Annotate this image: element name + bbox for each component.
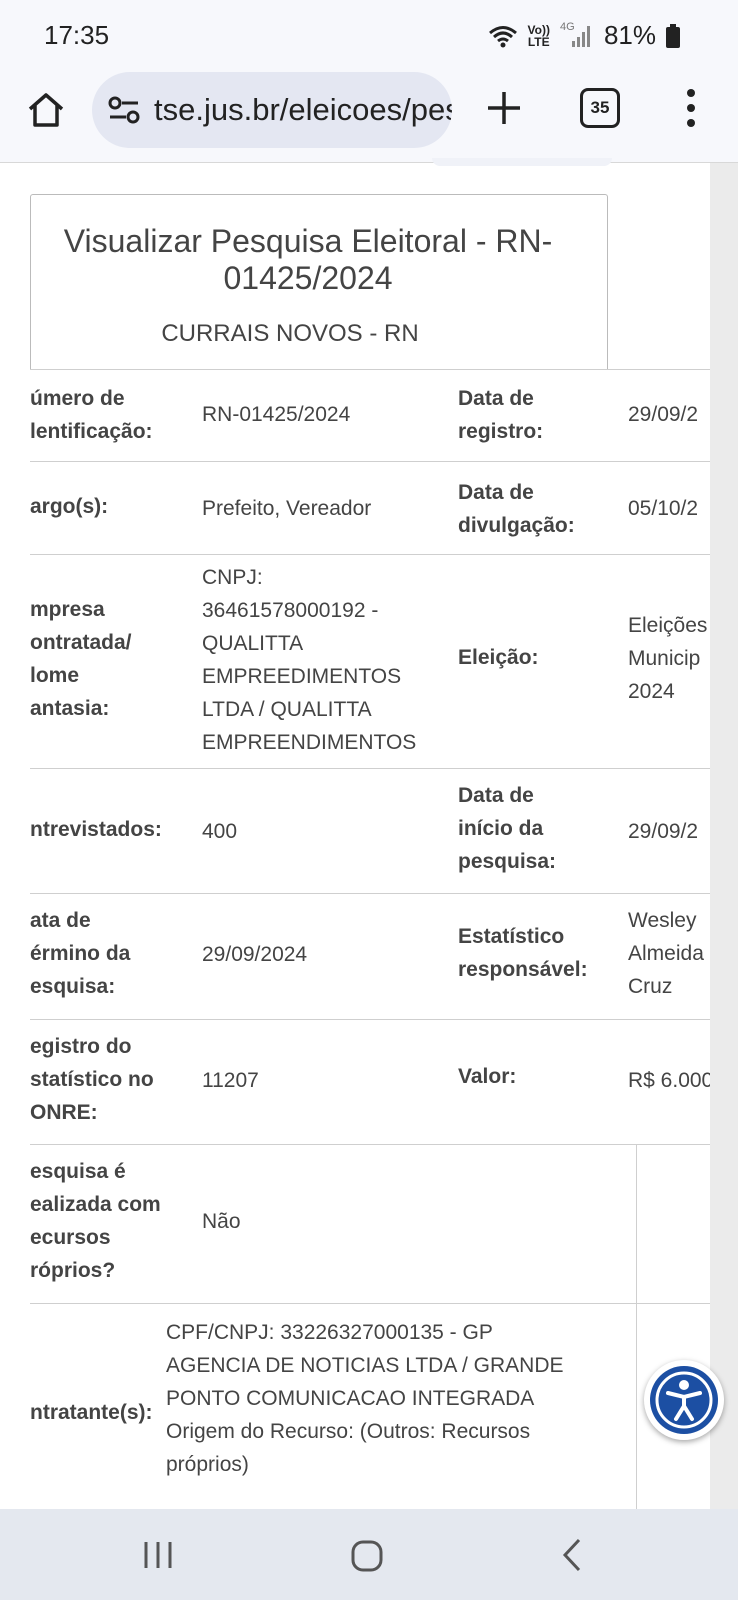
- kebab-menu-icon[interactable]: [684, 88, 698, 128]
- row-value: 11207: [202, 1069, 259, 1092]
- table-row: esquisa é ealizada com ecursos róprios? Nã…: [30, 1144, 710, 1304]
- row-value: Não: [202, 1210, 241, 1233]
- signal-icon: 4G: [560, 21, 594, 49]
- accessibility-icon: [655, 1371, 713, 1429]
- row-label-2: Data de registro:: [458, 387, 544, 443]
- status-bar: 17:35 Vo)) LTE 4G 81%: [0, 0, 738, 68]
- url-text[interactable]: tse.jus.br/eleicoes/pesquisas: [154, 92, 452, 128]
- table-row: ntrevistados: 400 Data de início da pesqui…: [30, 768, 710, 894]
- address-bar[interactable]: tse.jus.br/eleicoes/pesquisas: [92, 72, 452, 148]
- row-label: ata de érmino da esquisa:: [30, 909, 131, 998]
- row-label: úmero de lentificação:: [30, 387, 153, 443]
- row-label: ntrevistados:: [30, 818, 162, 841]
- volte-icon: Vo)) LTE: [527, 22, 550, 49]
- accessibility-button[interactable]: [644, 1360, 724, 1440]
- row-value: RN-01425/2024: [202, 403, 351, 426]
- row-value: CPF/CNPJ: 33226327000135 - GP AGENCIA DE …: [166, 1321, 564, 1476]
- row-value-2: Wesley Almeida Cruz: [628, 909, 704, 998]
- row-value: CNPJ: 36461578000192 - QUALITTA EMPREEDIME…: [202, 566, 417, 754]
- row-label: egistro do statístico no ONRE:: [30, 1035, 154, 1124]
- home-icon[interactable]: [26, 90, 66, 130]
- plus-icon[interactable]: [484, 88, 524, 128]
- table-row: argo(s): Prefeito, Vereador Data de divul…: [30, 461, 710, 555]
- browser-toolbar: tse.jus.br/eleicoes/pesquisas 35: [0, 68, 738, 163]
- table-divider: [636, 1304, 637, 1510]
- row-value: Prefeito, Vereador: [202, 497, 372, 520]
- page-subtitle: CURRAIS NOVOS - RN: [161, 320, 419, 347]
- row-label: ntratante(s):: [30, 1401, 153, 1424]
- table-row: úmero de lentificação: RN-01425/2024 Data…: [30, 369, 710, 462]
- row-value: 400: [202, 820, 238, 843]
- tune-icon[interactable]: [108, 94, 140, 126]
- row-value-2: R$ 6.000: [628, 1069, 710, 1092]
- row-label-2: Data de início da pesquisa:: [458, 784, 557, 873]
- recents-icon[interactable]: [142, 1539, 174, 1571]
- row-value-2: 29/09/2: [628, 403, 699, 426]
- row-label-2: Valor:: [458, 1065, 517, 1088]
- status-icons: Vo)) LTE 4G 81%: [488, 20, 680, 51]
- battery-percent: 81%: [603, 20, 656, 50]
- table-divider: [636, 1145, 637, 1304]
- status-time: 17:35: [44, 20, 110, 50]
- row-label-2: Data de divulgação:: [458, 481, 575, 537]
- row-label-2: Estatístico responsável:: [458, 925, 588, 981]
- row-label-2: Eleição:: [458, 646, 539, 669]
- row-value-2: 05/10/2: [628, 497, 699, 520]
- system-nav-bar: [0, 1509, 738, 1600]
- table-row: ntratante(s): CPF/CNPJ: 33226327000135 -…: [30, 1303, 710, 1510]
- wifi-icon: [488, 25, 517, 47]
- row-value: 29/09/2024: [202, 943, 308, 966]
- home-nav-icon[interactable]: [350, 1539, 384, 1573]
- tab-switcher-button[interactable]: 35: [580, 88, 620, 128]
- table-row: ata de érmino da esquisa: 29/09/2024 Estat…: [30, 893, 710, 1020]
- row-value-2: Eleições Municip 2024: [628, 614, 708, 703]
- scroll-hint: [432, 158, 612, 166]
- table-row: egistro do statístico no ONRE: 11207 Valor…: [30, 1019, 710, 1145]
- row-label: mpresa ontratada/ lome antasia:: [30, 598, 132, 720]
- table-row: mpresa ontratada/ lome antasia: CNPJ: 36461…: [30, 554, 710, 769]
- row-label: esquisa é ealizada com ecursos róprios?: [30, 1160, 161, 1282]
- row-value-2: 29/09/2: [628, 820, 699, 843]
- page-title: Visualizar Pesquisa Eleitoral - RN- 0142…: [63, 223, 553, 296]
- back-icon[interactable]: [560, 1537, 584, 1573]
- battery-icon: [666, 23, 680, 48]
- row-label: argo(s):: [30, 495, 109, 518]
- page-scroll-track[interactable]: [710, 163, 738, 1509]
